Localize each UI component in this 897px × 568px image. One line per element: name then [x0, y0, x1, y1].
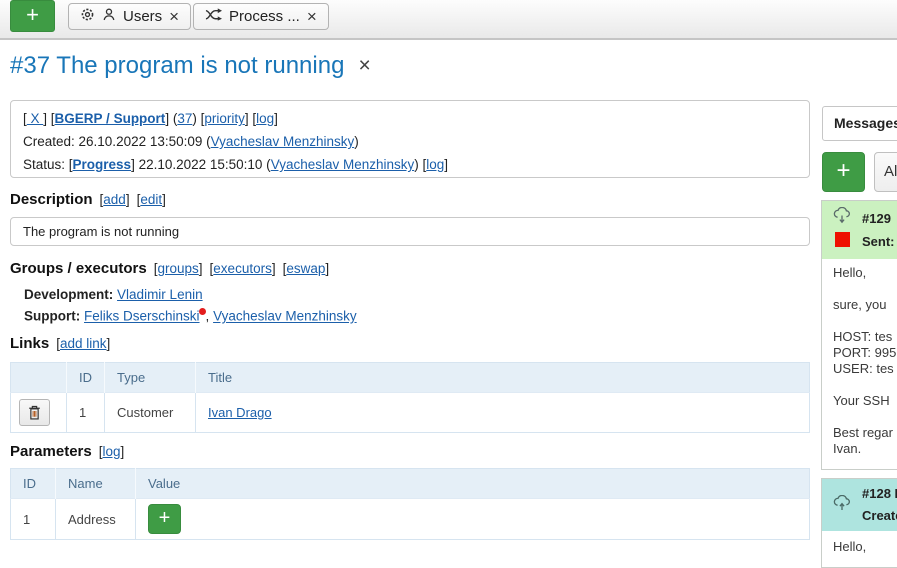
- cloud-upload-icon: [832, 495, 852, 515]
- description-value-box: The program is not running: [10, 217, 810, 246]
- log-link[interactable]: log: [256, 111, 274, 126]
- status-user-link[interactable]: Vyacheslav Menzhinsky: [271, 157, 415, 172]
- project-link[interactable]: BGERP / Support: [55, 111, 166, 126]
- close-icon[interactable]: ×: [307, 8, 317, 25]
- cell-id: 1: [11, 499, 56, 540]
- page-title-row: #37 The program is not running ×: [10, 52, 371, 80]
- parameters-table-header: ID Name Value: [11, 469, 810, 499]
- executor-link[interactable]: Feliks Dserschinski: [84, 309, 200, 324]
- eswap-link[interactable]: eswap: [286, 261, 325, 276]
- column-header-id: ID: [11, 469, 56, 499]
- cloud-download-icon: [832, 207, 852, 227]
- add-link-link[interactable]: add link: [60, 336, 107, 351]
- message-header[interactable]: #129 Sent:: [822, 201, 897, 259]
- created-user-link[interactable]: Vyacheslav Menzhinsky: [211, 134, 355, 149]
- user-icon: [102, 7, 116, 26]
- page-title: #37 The program is not running: [10, 52, 344, 80]
- column-header-name: Name: [56, 469, 136, 499]
- table-row: 1 Address +: [11, 499, 810, 540]
- status-log-link[interactable]: log: [426, 157, 444, 172]
- shuffle-icon: [205, 8, 222, 25]
- parameters-table: ID Name Value 1 Address +: [10, 468, 810, 540]
- tab-process[interactable]: Process ... ×: [193, 3, 329, 30]
- executor-link[interactable]: Vyacheslav Menzhinsky: [213, 309, 357, 324]
- groups-executors-heading: Groups / executors[groups][executors][es…: [10, 260, 329, 277]
- tab-users[interactable]: Users ×: [68, 3, 191, 30]
- tab-label: Users: [123, 8, 162, 25]
- description-add-link[interactable]: add: [103, 192, 126, 207]
- links-table-header: ID Type Title: [11, 363, 810, 393]
- close-icon[interactable]: ×: [169, 8, 179, 25]
- executor-row-support: Support: Feliks Dserschinski, Vyacheslav…: [24, 308, 357, 324]
- message-card: #128 E Create Hello,: [821, 478, 897, 568]
- executors-link[interactable]: executors: [213, 261, 272, 276]
- red-flag-marker: [835, 232, 850, 247]
- cell-type: Customer: [105, 393, 196, 433]
- link-title-link[interactable]: Ivan Drago: [208, 405, 272, 420]
- column-header-value: Value: [136, 469, 810, 499]
- column-header-title: Title: [196, 363, 810, 393]
- column-header-id: ID: [67, 363, 105, 393]
- info-line-actions: [ X ] [BGERP / Support] (37) [priority] …: [23, 107, 797, 130]
- top-tab-bar: + Users × Process ... ×: [0, 0, 897, 40]
- links-heading: Links[add link]: [10, 335, 110, 352]
- table-row: 1 Customer Ivan Drago: [11, 393, 810, 433]
- add-message-button[interactable]: +: [822, 152, 865, 192]
- cell-id: 1: [67, 393, 105, 433]
- message-body: Hello,: [822, 531, 897, 567]
- gear-icon: [80, 7, 95, 26]
- close-icon[interactable]: ×: [358, 54, 370, 78]
- process-id-link[interactable]: 37: [177, 111, 192, 126]
- message-subtitle: Create: [862, 505, 897, 527]
- priority-link[interactable]: priority: [204, 111, 245, 126]
- groups-link[interactable]: groups: [157, 261, 198, 276]
- parameters-heading: Parameters[log]: [10, 443, 124, 460]
- cell-name: Address: [56, 499, 136, 540]
- info-line-created: Created: 26.10.2022 13:50:09 (Vyacheslav…: [23, 130, 797, 153]
- executor-row-development: Development: Vladimir Lenin: [24, 287, 203, 302]
- executor-link[interactable]: Vladimir Lenin: [117, 287, 203, 302]
- message-header[interactable]: #128 E Create: [822, 479, 897, 531]
- links-table: ID Type Title 1 Customer Ivan Drago: [10, 362, 810, 433]
- trash-icon: [28, 405, 41, 420]
- message-id: #129: [862, 207, 895, 230]
- messages-filter-all-button[interactable]: All: [874, 152, 897, 192]
- add-parameter-value-button[interactable]: +: [148, 504, 181, 534]
- description-heading: Description[add][edit]: [10, 191, 166, 208]
- parameters-log-link[interactable]: log: [103, 444, 121, 459]
- delete-link-button[interactable]: [19, 399, 50, 426]
- message-body: Hello, sure, you HOST: tesPORT: 995USER:…: [822, 259, 897, 469]
- column-header-actions: [11, 363, 67, 393]
- message-id: #128 E: [862, 483, 897, 505]
- message-subtitle: Sent:: [862, 230, 895, 253]
- message-card: #129 Sent: Hello, sure, you HOST: tesPOR…: [821, 200, 897, 470]
- add-tab-button[interactable]: +: [10, 0, 55, 32]
- close-process-link[interactable]: X: [27, 111, 44, 126]
- description-edit-link[interactable]: edit: [140, 192, 162, 207]
- notification-dot: [199, 308, 206, 315]
- status-link[interactable]: Progress: [73, 157, 132, 172]
- process-info-box: [ X ] [BGERP / Support] (37) [priority] …: [10, 100, 810, 178]
- info-line-status: Status: [Progress] 22.10.2022 15:50:10 (…: [23, 153, 797, 176]
- tab-label: Process ...: [229, 8, 300, 25]
- tab-messages[interactable]: Messages: [822, 106, 897, 141]
- column-header-type: Type: [105, 363, 196, 393]
